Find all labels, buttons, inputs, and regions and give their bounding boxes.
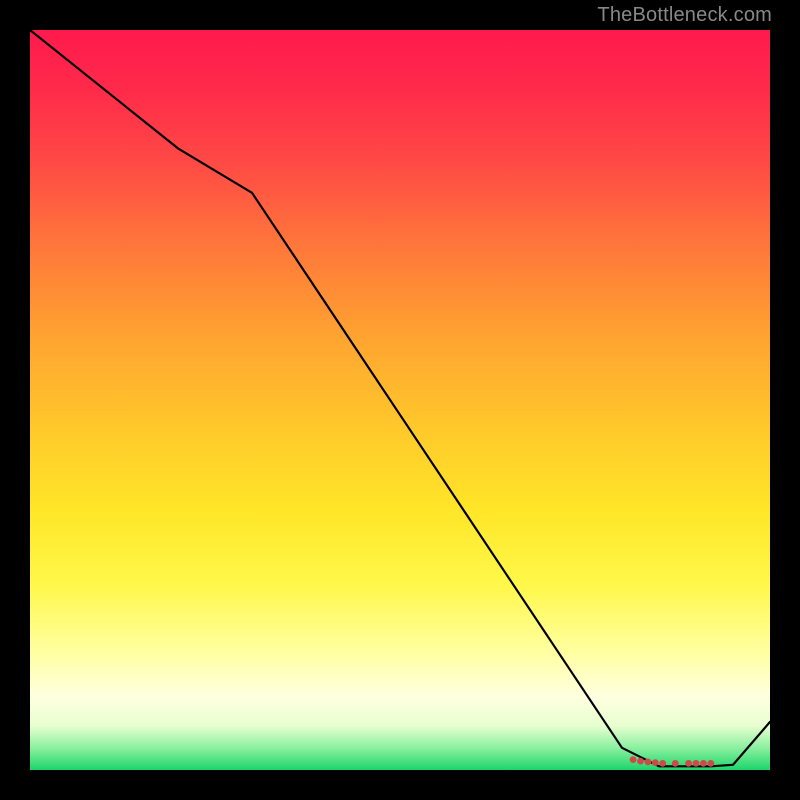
- marker-point: [630, 756, 637, 763]
- curve-line: [30, 30, 770, 766]
- marker-point: [693, 760, 700, 767]
- chart-stage: TheBottleneck.com: [0, 0, 800, 800]
- marker-point: [652, 759, 659, 766]
- marker-point: [659, 760, 666, 767]
- plot-area: [30, 30, 770, 770]
- marker-point: [685, 760, 692, 767]
- marker-point: [700, 760, 707, 767]
- marker-point: [645, 758, 652, 765]
- marker-point: [637, 758, 644, 765]
- watermark-text: TheBottleneck.com: [597, 4, 772, 27]
- marker-point: [707, 760, 714, 767]
- marker-point: [672, 760, 679, 767]
- chart-svg: [30, 30, 770, 770]
